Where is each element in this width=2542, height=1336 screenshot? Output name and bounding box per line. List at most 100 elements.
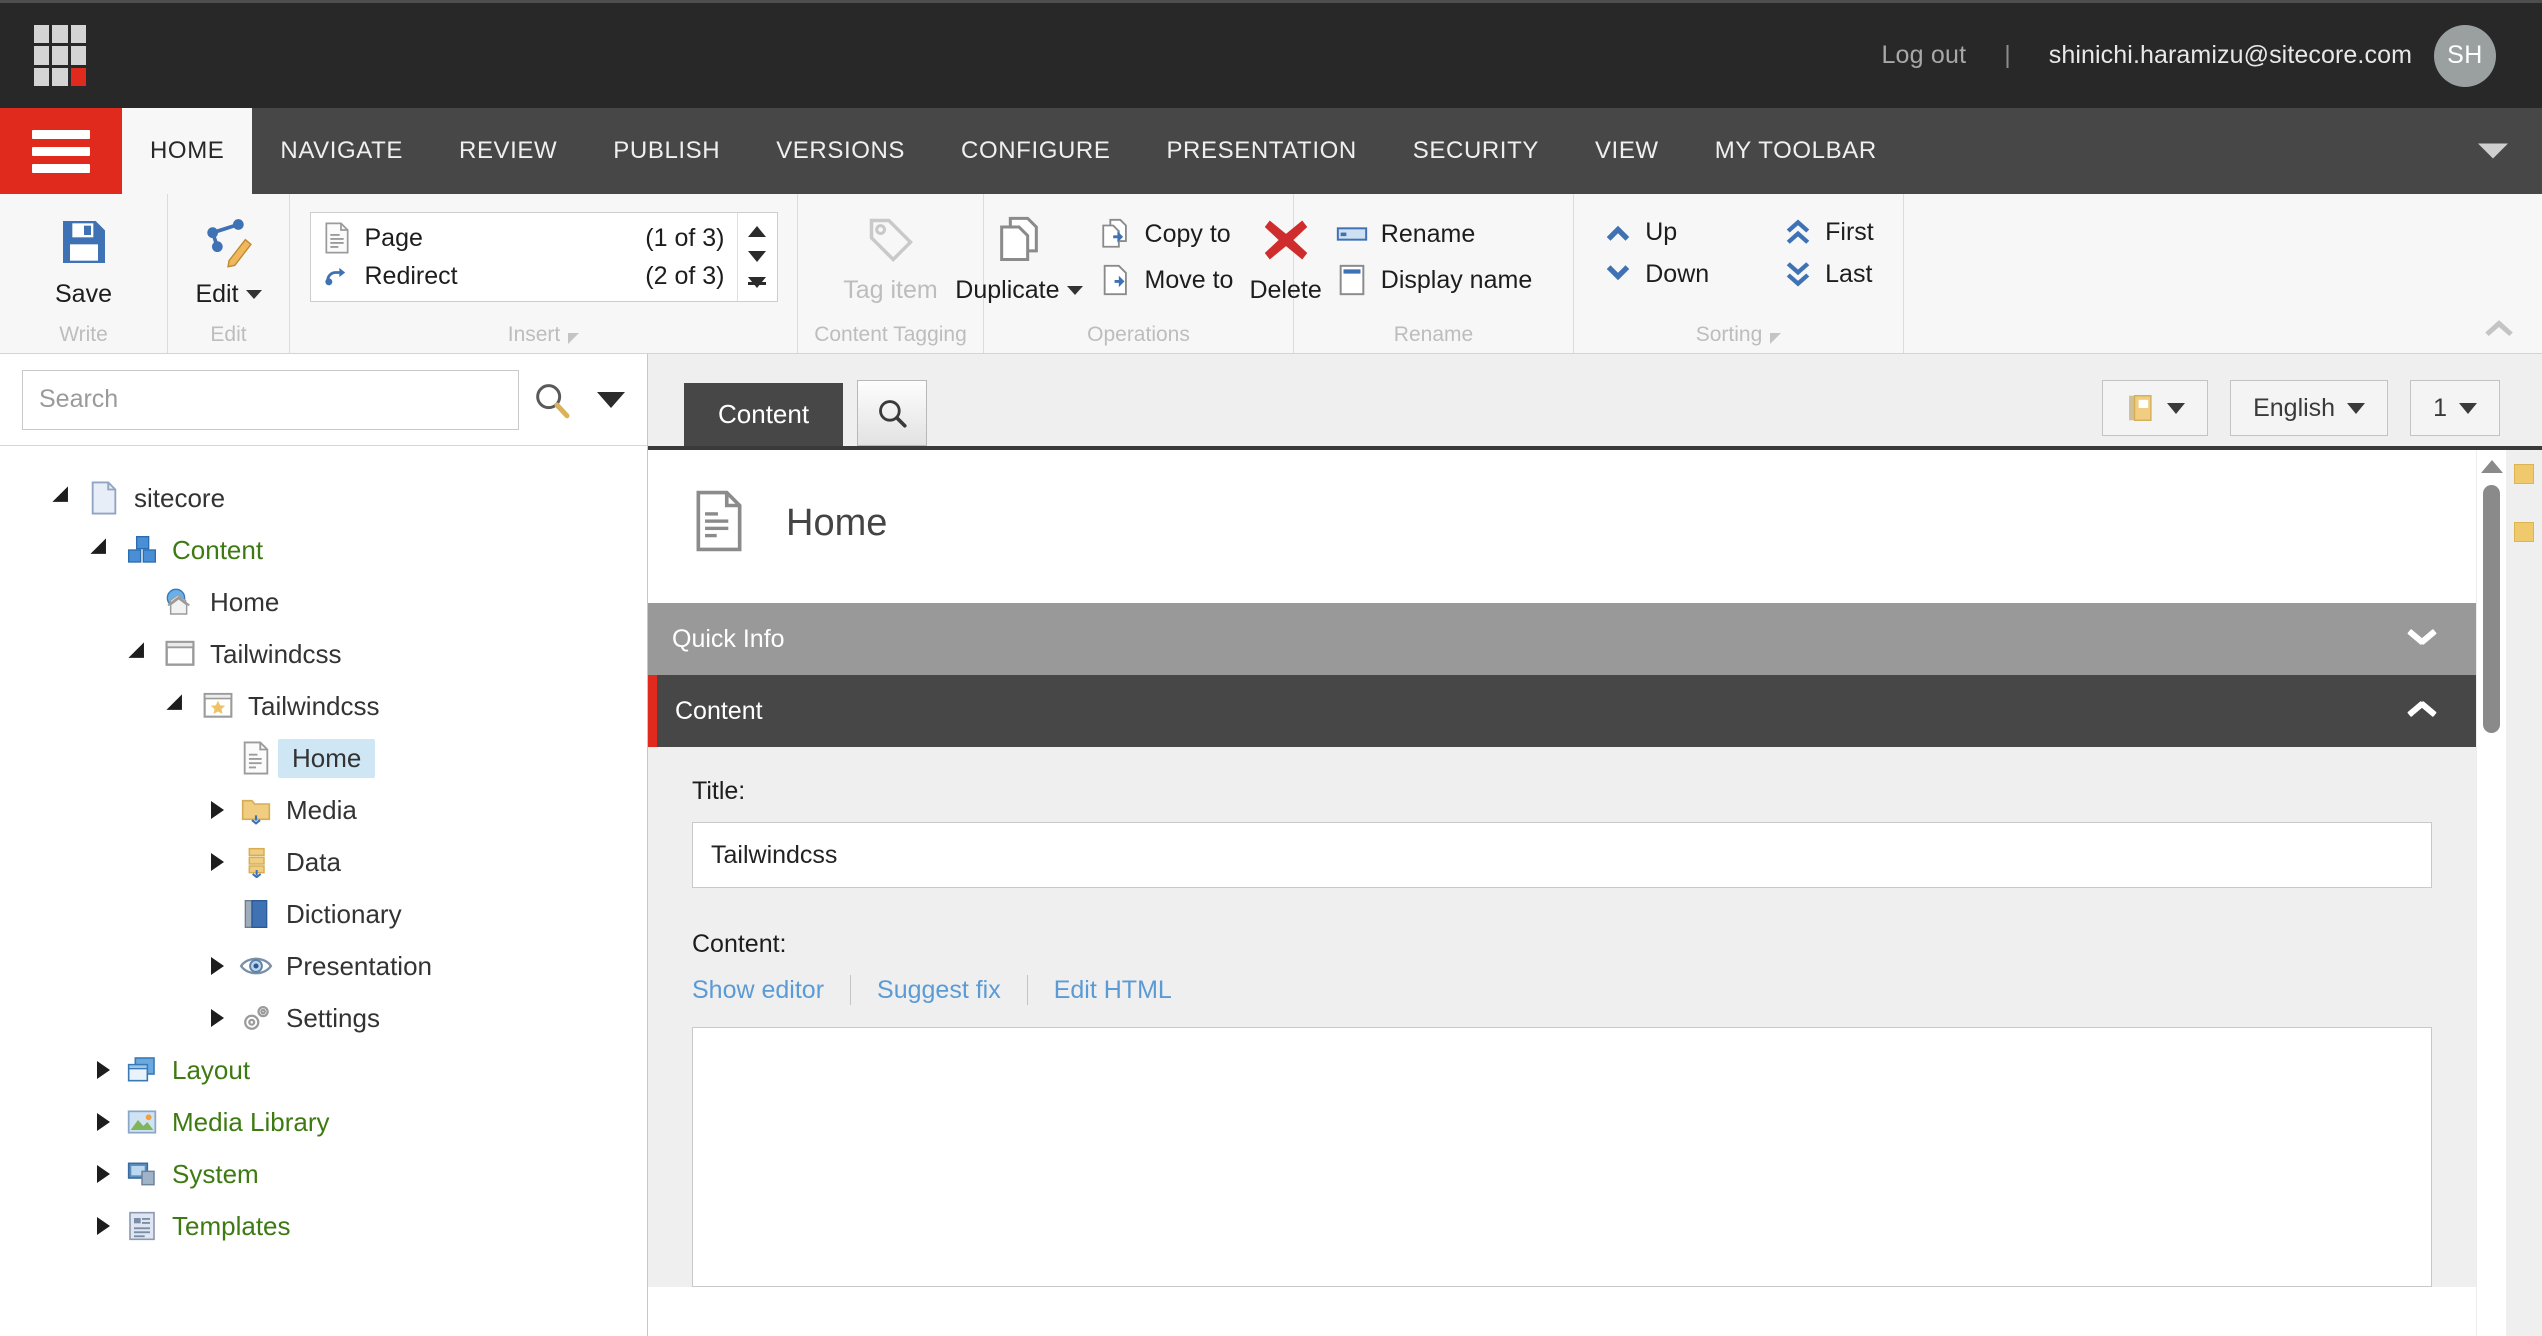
tab-search-button[interactable] — [857, 380, 928, 446]
insert-option-page[interactable]: Page (1 of 3) — [311, 219, 737, 257]
tree-item-media-library[interactable]: Media Library — [48, 1096, 647, 1148]
rename-button[interactable]: Rename — [1325, 214, 1542, 254]
tree-item-media[interactable]: Media — [48, 784, 647, 836]
sitecore-logo[interactable] — [34, 24, 86, 87]
sort-last-button[interactable]: Last — [1773, 256, 1884, 292]
tree-item-tailwindcss-site[interactable]: Tailwindcss — [48, 628, 647, 680]
scroll-up-arrow-icon[interactable] — [2480, 460, 2503, 473]
twisty-closed-icon[interactable] — [200, 853, 234, 871]
twisty-closed-icon[interactable] — [200, 1009, 234, 1027]
tree-item-templates[interactable]: Templates — [48, 1200, 647, 1252]
insert-scroll-spinner[interactable] — [736, 213, 777, 301]
search-input[interactable] — [22, 369, 519, 430]
sort-first-button[interactable]: First — [1773, 214, 1884, 250]
twisty-open-icon[interactable] — [86, 538, 120, 562]
sort-up-button[interactable]: Up — [1593, 214, 1719, 250]
workflow-selector[interactable] — [2102, 380, 2209, 436]
tree-item-presentation[interactable]: Presentation — [48, 940, 647, 992]
twisty-closed-icon[interactable] — [86, 1113, 120, 1131]
copy-to-button[interactable]: Copy to — [1089, 214, 1244, 254]
twisty-closed-icon[interactable] — [86, 1061, 120, 1079]
tree-item-data[interactable]: Data — [48, 836, 647, 888]
chevron-down-icon[interactable] — [2478, 143, 2508, 159]
tab-content[interactable]: Content — [684, 383, 844, 446]
edit-html-link[interactable]: Edit HTML — [1054, 976, 1172, 1005]
twisty-closed-icon[interactable] — [200, 957, 234, 975]
tree-item-system[interactable]: System — [48, 1148, 647, 1200]
twisty-closed-icon[interactable] — [200, 801, 234, 819]
tree-item-sitecore[interactable]: sitecore — [48, 472, 647, 524]
tree-item-tailwindcss-node[interactable]: Tailwindcss — [48, 680, 647, 732]
tree-item-label: Templates — [172, 1210, 291, 1241]
scroll-down-icon[interactable] — [748, 251, 766, 263]
suggest-fix-link[interactable]: Suggest fix — [877, 976, 1001, 1005]
tab-view[interactable]: VIEW — [1567, 108, 1687, 194]
tab-home[interactable]: HOME — [122, 108, 253, 194]
title-field-input[interactable] — [692, 822, 2432, 888]
item-header: Home — [648, 450, 2476, 597]
ribbon-group-sorting: Up Down First Last Sorting — [1574, 194, 1904, 353]
tab-security[interactable]: SECURITY — [1385, 108, 1567, 194]
tab-publish[interactable]: PUBLISH — [585, 108, 748, 194]
show-editor-link[interactable]: Show editor — [692, 976, 824, 1005]
tree-item-label: sitecore — [134, 482, 226, 513]
content-field-editor[interactable] — [692, 1027, 2432, 1287]
tree-item-layout[interactable]: Layout — [48, 1044, 647, 1096]
page-icon — [324, 222, 349, 254]
twisty-closed-icon[interactable] — [86, 1165, 120, 1183]
chevron-up-icon[interactable] — [2408, 698, 2434, 724]
tree-item-home-selected[interactable]: Home — [48, 732, 647, 784]
tab-versions[interactable]: VERSIONS — [748, 108, 933, 194]
page-icon — [234, 741, 278, 775]
scroll-end-icon[interactable] — [748, 276, 766, 288]
dialog-launcher-icon[interactable] — [1770, 332, 1782, 344]
tree-item-dictionary[interactable]: Dictionary — [48, 888, 647, 940]
tree-item-label: Media Library — [172, 1106, 330, 1137]
tab-navigate[interactable]: NAVIGATE — [252, 108, 431, 194]
ribbon-collapse-button[interactable] — [2482, 316, 2516, 343]
tag-item-button[interactable]: Tag item — [816, 202, 966, 305]
tree-item-content[interactable]: Content — [48, 524, 647, 576]
sort-down-button[interactable]: Down — [1593, 256, 1719, 292]
version-selector[interactable]: 1 — [2410, 380, 2500, 436]
edit-button[interactable]: Edit — [182, 202, 275, 309]
tree-search-bar — [0, 354, 647, 446]
insert-options-box[interactable]: Page (1 of 3) Redirect (2 of 3) — [309, 212, 778, 302]
sorting-stack-move: Up Down — [1593, 202, 1719, 292]
search-options-caret-icon[interactable] — [597, 391, 625, 408]
tab-review[interactable]: REVIEW — [431, 108, 585, 194]
scrollbar-thumb[interactable] — [2483, 485, 2500, 733]
section-content[interactable]: Content — [648, 675, 2476, 747]
save-button[interactable]: Save — [30, 202, 138, 309]
twisty-open-icon[interactable] — [162, 694, 196, 718]
tree-item-label: Tailwindcss — [248, 690, 380, 721]
hamburger-menu-icon[interactable] — [0, 108, 122, 194]
validation-marker[interactable] — [2514, 464, 2534, 484]
tree-item-home-site[interactable]: Home — [48, 576, 647, 628]
twisty-closed-icon[interactable] — [86, 1217, 120, 1235]
tree-item-settings[interactable]: Settings — [48, 992, 647, 1044]
scroll-up-icon[interactable] — [748, 226, 766, 238]
logout-link[interactable]: Log out — [1881, 41, 2004, 70]
tab-presentation[interactable]: PRESENTATION — [1138, 108, 1384, 194]
move-to-button[interactable]: Move to — [1089, 260, 1244, 300]
editor-vertical-scrollbar[interactable] — [2476, 450, 2506, 1336]
search-button[interactable] — [519, 380, 585, 420]
eye-icon — [234, 952, 278, 980]
ribbon-group-operations-title: Operations — [1087, 323, 1190, 346]
language-selector[interactable]: English — [2230, 380, 2389, 436]
ribbon-group-rename-title: Rename — [1393, 323, 1474, 346]
tab-my-toolbar[interactable]: MY TOOLBAR — [1687, 108, 1905, 194]
section-quick-info[interactable]: Quick Info — [648, 603, 2476, 675]
validation-marker[interactable] — [2514, 522, 2534, 542]
dialog-launcher-icon[interactable] — [568, 332, 580, 344]
twisty-open-icon[interactable] — [48, 486, 82, 510]
twisty-open-icon[interactable] — [124, 642, 158, 666]
avatar[interactable]: SH — [2434, 24, 2496, 87]
user-email[interactable]: shinichi.haramizu@sitecore.com — [2049, 41, 2434, 70]
duplicate-button[interactable]: Duplicate — [955, 202, 1083, 305]
display-name-button[interactable]: Display name — [1325, 260, 1542, 300]
chevron-down-icon[interactable] — [2408, 626, 2434, 652]
insert-option-redirect[interactable]: Redirect (2 of 3) — [311, 257, 737, 295]
tab-configure[interactable]: CONFIGURE — [933, 108, 1138, 194]
